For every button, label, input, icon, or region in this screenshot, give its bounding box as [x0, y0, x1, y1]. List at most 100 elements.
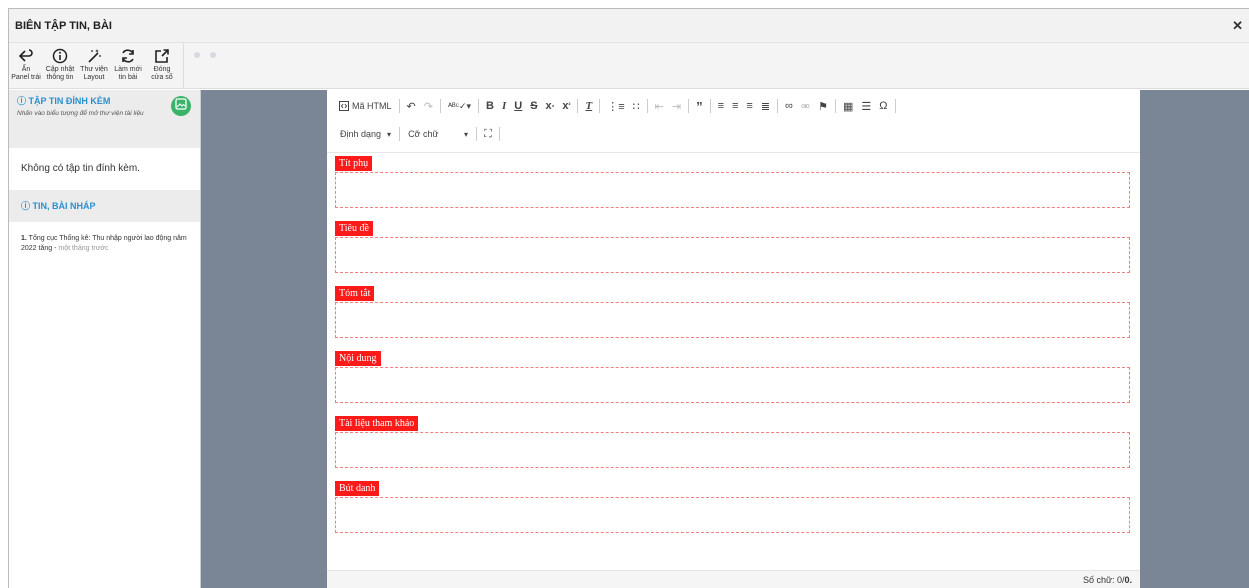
external-close-icon: [154, 46, 170, 66]
field-label: Tóm tắt: [335, 286, 375, 301]
undo-icon[interactable]: ↶: [403, 97, 420, 115]
draft-number: 1.: [21, 235, 27, 242]
article-editor: Mã HTML ↶ ↷ ᴬᴮᶜ✓▾ B I U S x₂ x² T ⋮≡ ∷ ⇤…: [327, 90, 1140, 588]
outdent-icon[interactable]: ⇤: [651, 97, 668, 115]
layout-library-label: Thư viện Layout: [80, 66, 108, 81]
separator: [688, 99, 690, 113]
attachments-header: ⓘ TẬP TIN ĐÍNH KÈM Nhấn vào biểu tượng đ…: [9, 90, 200, 148]
underline-icon[interactable]: U: [510, 97, 526, 115]
bold-icon[interactable]: B: [482, 97, 498, 115]
align-left-icon[interactable]: ≡: [714, 97, 728, 115]
separator: [709, 99, 711, 113]
collapse-left-icon: [18, 46, 34, 66]
align-center-icon[interactable]: ≡: [728, 97, 742, 115]
separator: [599, 99, 601, 113]
horizontal-rule-icon[interactable]: ☰: [857, 97, 875, 115]
update-info-label: Cập nhật thông tin: [45, 66, 75, 81]
image-library-icon: [175, 97, 187, 115]
separator: [646, 99, 648, 113]
magic-wand-icon: [86, 46, 102, 66]
format-dropdown-label: Định dạng: [340, 129, 382, 139]
toolbar-dots: [194, 43, 216, 67]
open-library-button[interactable]: [171, 96, 191, 116]
separator: [834, 99, 836, 113]
layout-library-button[interactable]: Thư viện Layout: [77, 43, 111, 89]
left-panel: ⓘ TẬP TIN ĐÍNH KÈM Nhấn vào biểu tượng đ…: [9, 90, 201, 588]
content-input[interactable]: [335, 367, 1130, 403]
anchor-flag-icon[interactable]: ⚑: [814, 97, 832, 115]
word-count-prefix: Số chữ: 0/: [1082, 575, 1125, 585]
subtitle-input[interactable]: [335, 172, 1130, 208]
field-label: Tài liệu tham khảo: [335, 416, 419, 431]
hide-left-panel-button[interactable]: Ẩn Panel trái: [9, 43, 43, 89]
close-window-button[interactable]: Đóng cửa sổ: [145, 43, 179, 89]
superscript-icon[interactable]: x²: [558, 97, 574, 115]
field-references: Tài liệu tham khảo: [335, 413, 1132, 478]
maximize-icon[interactable]: ⛶: [480, 125, 496, 143]
workspace: ⓘ TẬP TIN ĐÍNH KÈM Nhấn vào biểu tượng đ…: [9, 90, 1249, 588]
field-label: Tiêu đề: [335, 221, 373, 236]
separator: [777, 99, 779, 113]
font-size-dropdown-label: Cỡ chữ: [408, 129, 439, 139]
chevron-down-icon: ▾: [387, 129, 392, 139]
update-info-button[interactable]: Cập nhật thông tin: [43, 43, 77, 89]
separator: [439, 99, 441, 113]
numbered-list-icon[interactable]: ⋮≡: [603, 97, 628, 115]
pen-name-input[interactable]: [335, 497, 1130, 533]
subscript-icon[interactable]: x₂: [542, 97, 559, 115]
html-source-button[interactable]: Mã HTML: [335, 97, 396, 115]
format-dropdown[interactable]: Định dạng ▾: [335, 129, 396, 139]
italic-icon[interactable]: I: [498, 97, 510, 115]
unlink-icon[interactable]: ⚮: [797, 97, 814, 115]
table-icon[interactable]: ▦: [839, 97, 857, 115]
window-title: BIÊN TẬP TIN, BÀI: [15, 19, 112, 32]
editor-fields: Tít phụ Tiêu đề Tóm tắt Nội dung Tài liệ…: [327, 153, 1140, 543]
field-label: Nội dung: [335, 351, 381, 366]
dot-indicator: [210, 52, 216, 58]
drafts-header: ⓘ TIN, BÀI NHÁP: [9, 190, 200, 222]
main-toolbar: Ẩn Panel trái Cập nhật thông tin Thư việ…: [9, 43, 1249, 89]
list-item[interactable]: 1. Tổng cục Thống kê: Thu nhập người lao…: [21, 234, 188, 254]
field-pen-name: Bút danh: [335, 478, 1132, 543]
remove-format-icon[interactable]: T: [581, 97, 596, 115]
indent-icon[interactable]: ⇥: [668, 97, 685, 115]
refresh-icon: [120, 46, 136, 66]
special-char-icon[interactable]: Ω: [875, 97, 891, 115]
refresh-article-label: Làm mới tin bài: [114, 66, 142, 81]
separator: [399, 127, 401, 141]
align-right-icon[interactable]: ≡: [742, 97, 756, 115]
drafts-list: 1. Tổng cục Thống kê: Thu nhập người lao…: [9, 222, 200, 266]
separator: [476, 127, 478, 141]
close-icon[interactable]: ✕: [1232, 18, 1243, 34]
html-source-label: Mã HTML: [352, 101, 392, 111]
dot-indicator: [194, 52, 200, 58]
source-icon: [339, 101, 349, 111]
attachments-title: ⓘ TẬP TIN ĐÍNH KÈM: [17, 96, 111, 106]
field-label: Tít phụ: [335, 156, 373, 171]
field-content: Nội dung: [335, 348, 1132, 413]
redo-icon[interactable]: ↷: [420, 97, 437, 115]
attachments-hint: Nhấn vào biểu tượng để mở thư viện tài l…: [17, 110, 144, 117]
title-input[interactable]: [335, 237, 1130, 273]
title-bar: BIÊN TẬP TIN, BÀI ✕: [9, 9, 1249, 43]
refresh-article-button[interactable]: Làm mới tin bài: [111, 43, 145, 89]
separator: [577, 99, 579, 113]
no-attachments-text: Không có tập tin đính kèm.: [21, 163, 140, 174]
align-justify-icon[interactable]: ≣: [757, 97, 774, 115]
bullet-list-icon[interactable]: ∷: [629, 97, 644, 115]
blockquote-icon[interactable]: ”: [692, 97, 707, 115]
field-summary: Tóm tắt: [335, 283, 1132, 348]
separator: [478, 99, 480, 113]
field-label: Bút danh: [335, 481, 380, 496]
draft-time: một tháng trước: [58, 245, 109, 252]
spellcheck-icon[interactable]: ᴬᴮᶜ✓▾: [444, 97, 475, 115]
field-subtitle: Tít phụ: [335, 153, 1132, 218]
summary-input[interactable]: [335, 302, 1130, 338]
references-input[interactable]: [335, 432, 1130, 468]
font-size-dropdown[interactable]: Cỡ chữ ▾: [403, 129, 473, 139]
chevron-down-icon: ▾: [464, 129, 469, 139]
separator: [894, 99, 896, 113]
link-icon[interactable]: ∞: [781, 97, 797, 115]
hide-left-panel-label: Ẩn Panel trái: [11, 66, 41, 81]
strikethrough-icon[interactable]: S: [526, 97, 541, 115]
